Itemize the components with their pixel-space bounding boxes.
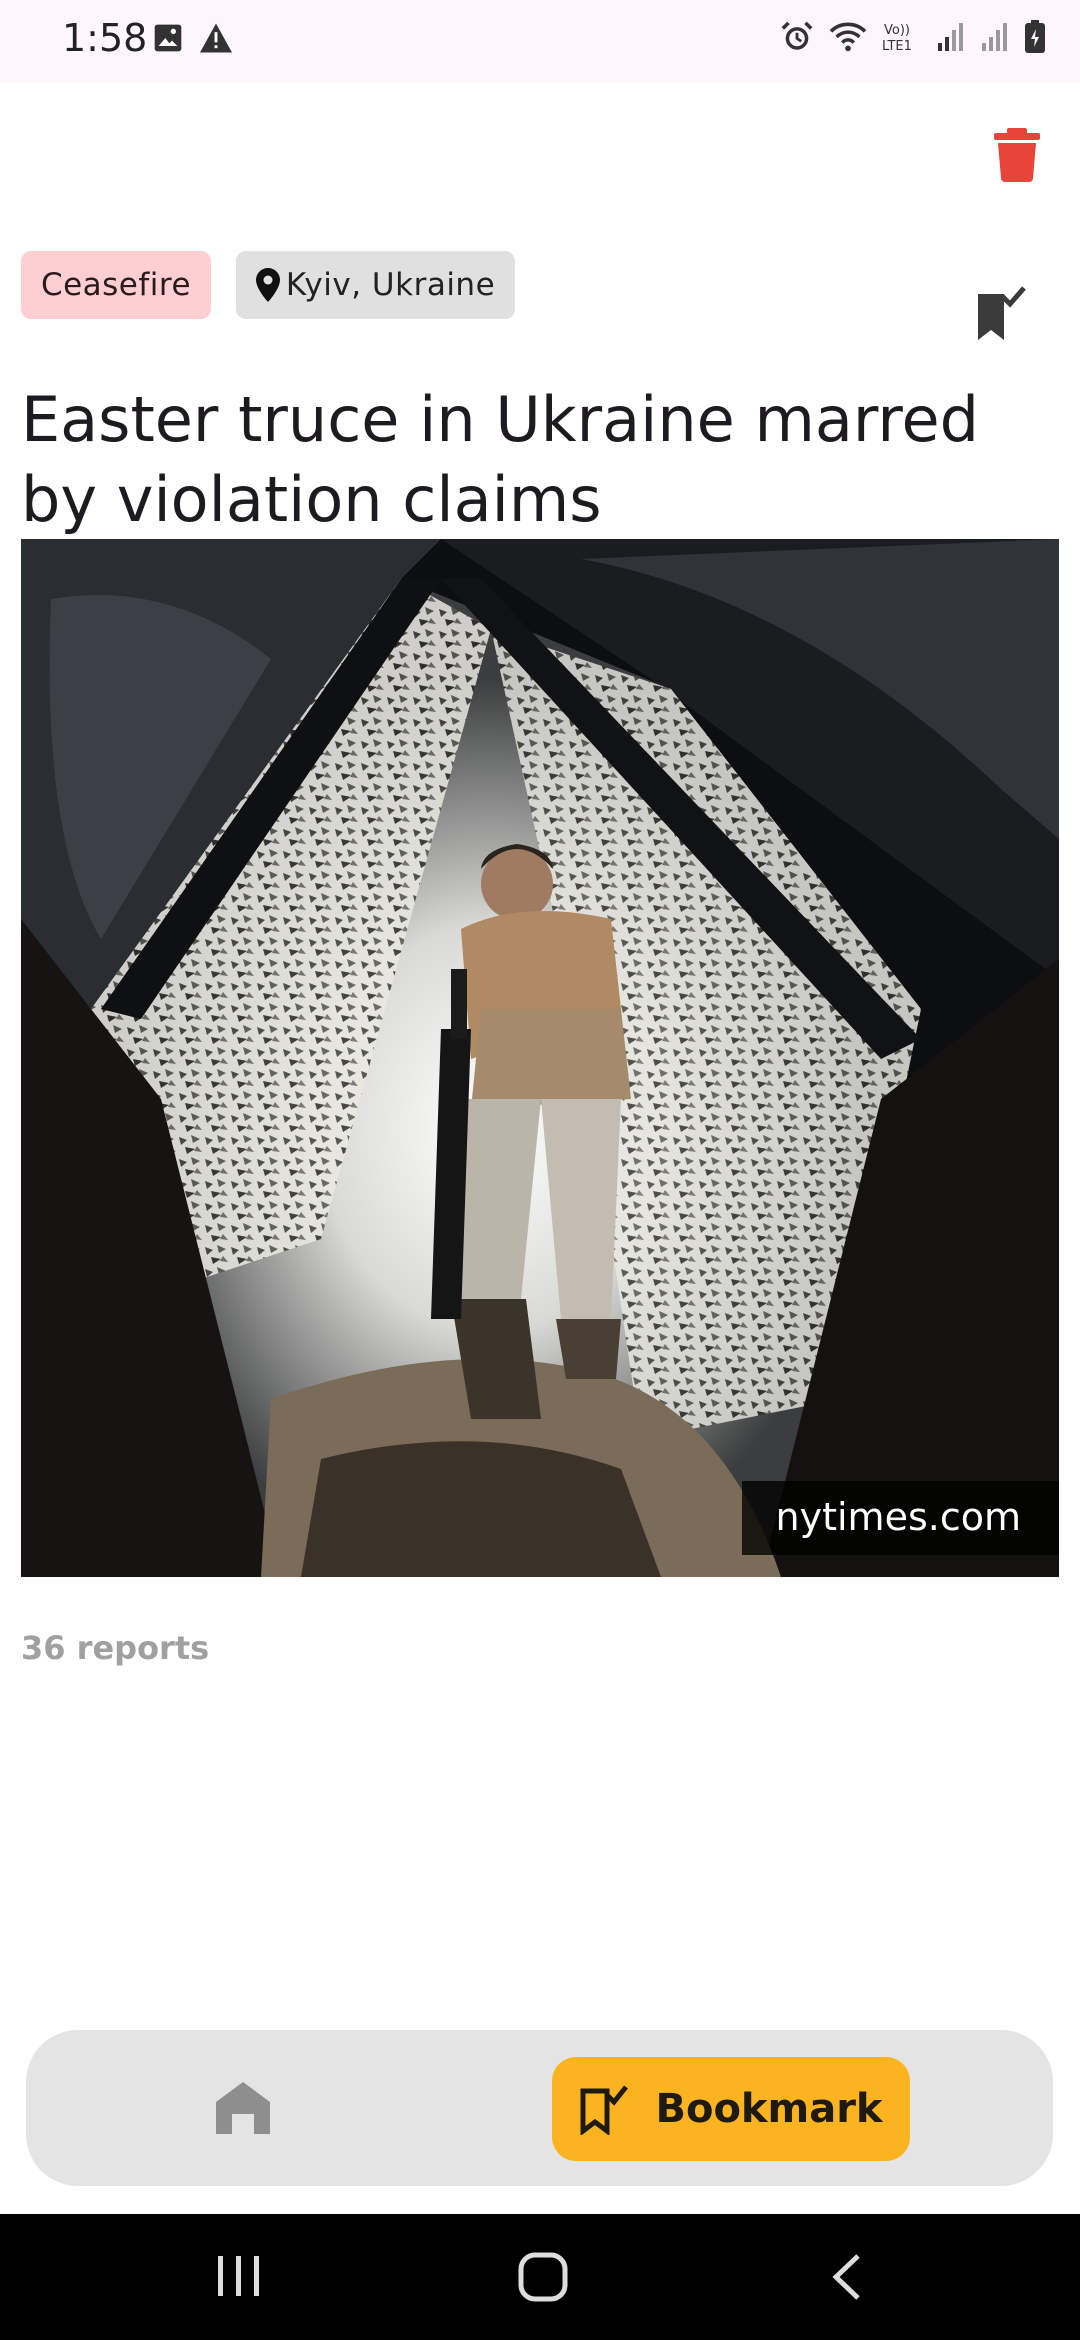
home-icon	[216, 2082, 270, 2134]
battery-icon	[1024, 20, 1046, 54]
status-time: 1:58	[62, 16, 148, 60]
source-label: nytimes.com	[741, 1481, 1059, 1555]
status-right-icons: Vo)) LTE1	[780, 20, 1046, 54]
status-left-icons	[152, 22, 234, 54]
bookmark-added-icon	[580, 2085, 629, 2135]
reports-count: 36 reports	[21, 1629, 210, 1667]
bookmark-added-icon	[978, 286, 1026, 340]
topic-chip-label: Ceasefire	[40, 267, 192, 303]
trench-photo	[21, 539, 1059, 1577]
article-headline: Easter truce in Ukraine marred by violat…	[21, 383, 979, 536]
bottom-nav: Bookmark	[26, 2030, 1053, 2186]
signal-icon	[936, 21, 966, 53]
trash-icon	[994, 128, 1040, 182]
topic-chip[interactable]: Ceasefire	[21, 251, 211, 319]
nav-home-button[interactable]	[216, 2082, 270, 2134]
recents-button[interactable]	[216, 2252, 262, 2305]
volte-icon: Vo)) LTE1	[882, 20, 922, 54]
location-pin-icon	[255, 268, 280, 302]
location-chip[interactable]: Kyiv, Ukraine	[236, 251, 515, 319]
alarm-icon	[780, 20, 814, 54]
status-bar: 1:58 Vo)) LTE1	[0, 0, 1080, 82]
home-circle-icon	[518, 2252, 568, 2302]
article-image[interactable]: nytimes.com	[21, 539, 1059, 1577]
system-navigation-bar	[0, 2214, 1080, 2340]
warning-icon	[198, 22, 234, 54]
nav-bookmark-label: Bookmark	[655, 2086, 883, 2132]
location-chip-label: Kyiv, Ukraine	[285, 267, 496, 303]
signal-icon	[980, 21, 1010, 53]
svg-text:Vo)): Vo))	[884, 23, 910, 38]
wifi-icon	[828, 20, 868, 54]
recents-icon	[218, 2256, 259, 2296]
back-icon	[832, 2254, 860, 2300]
home-system-button[interactable]	[518, 2252, 568, 2307]
bookmark-toggle[interactable]	[976, 286, 1026, 340]
svg-text:LTE1: LTE1	[882, 39, 912, 54]
delete-button[interactable]	[994, 128, 1040, 182]
nav-bookmark-button[interactable]: Bookmark	[552, 2057, 910, 2161]
back-button[interactable]	[828, 2252, 864, 2307]
image-icon	[152, 22, 184, 54]
